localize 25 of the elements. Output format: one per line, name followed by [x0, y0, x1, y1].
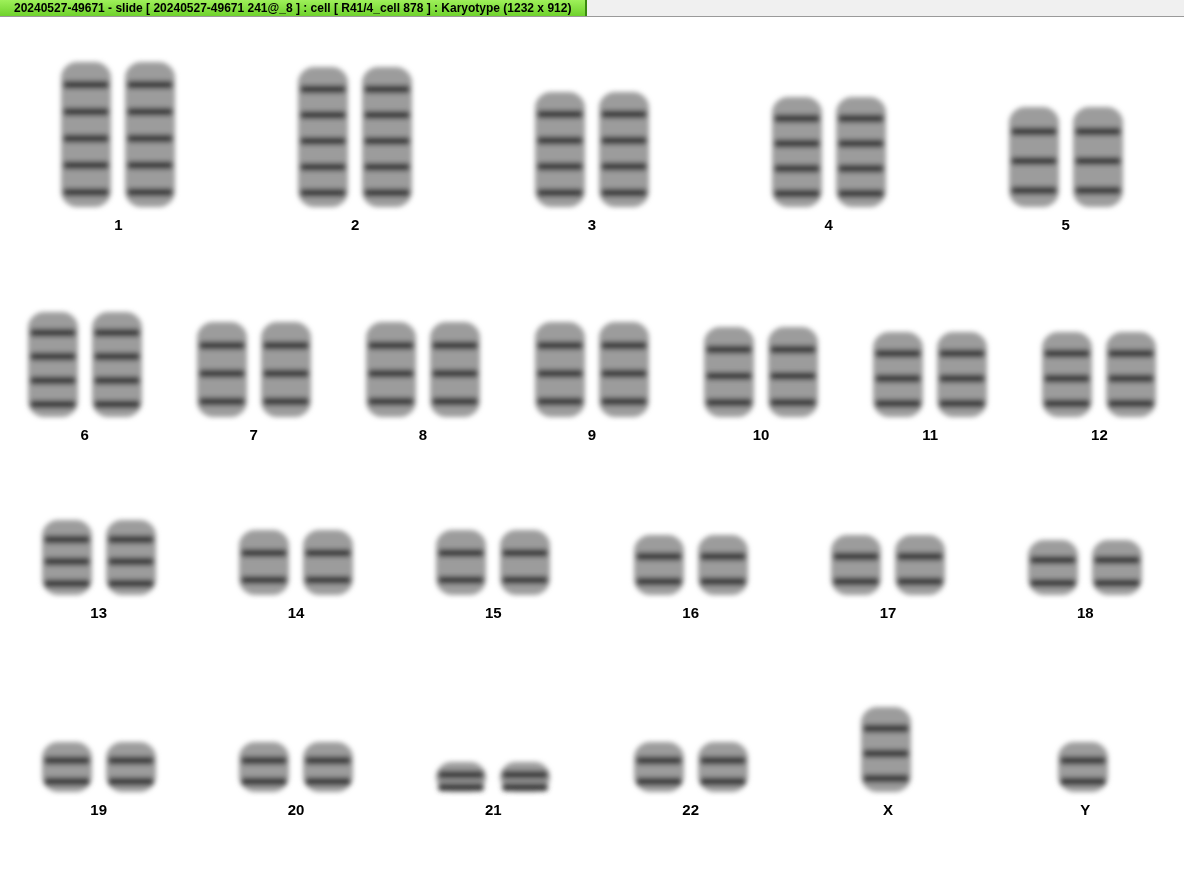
chromosome-label: 14	[287, 604, 305, 621]
chromosome-label: 17	[879, 604, 897, 621]
chromosome-label: 13	[90, 604, 107, 621]
window-title: 20240527-49671 - slide [ 20240527-49671 241@_8 ] : cell [ R41/4_cell 878 ] : Karyotype (1232 x 912)	[0, 0, 588, 16]
chromosome-label: 5	[1061, 216, 1070, 233]
chromosome-label: 21	[484, 801, 502, 818]
chromosome-label: 10	[752, 426, 770, 443]
chromosome-label: 4	[824, 216, 833, 233]
chromosome-label: 1	[114, 216, 123, 233]
chromosome-label: Y	[1080, 801, 1091, 818]
chromosome-label: 20	[287, 801, 305, 818]
chromosome-label: 12	[1091, 426, 1108, 443]
chromosome-label: 7	[249, 426, 258, 443]
chromosome-label: 3	[587, 216, 597, 233]
chromosome-label: 18	[1076, 604, 1094, 621]
chromosome-label: 6	[80, 426, 89, 443]
chromosome-label: 16	[682, 604, 699, 621]
chromosome-label: 11	[922, 426, 939, 443]
chromosome-label: 22	[682, 801, 699, 818]
chromosome-label: 8	[418, 426, 427, 443]
chromosome-label: 15	[484, 604, 502, 621]
chromosome-label: 19	[90, 801, 107, 818]
chromosome-label: 2	[351, 216, 360, 233]
chromosome-label: X	[883, 801, 893, 818]
chromosome-label: 9	[587, 426, 597, 443]
